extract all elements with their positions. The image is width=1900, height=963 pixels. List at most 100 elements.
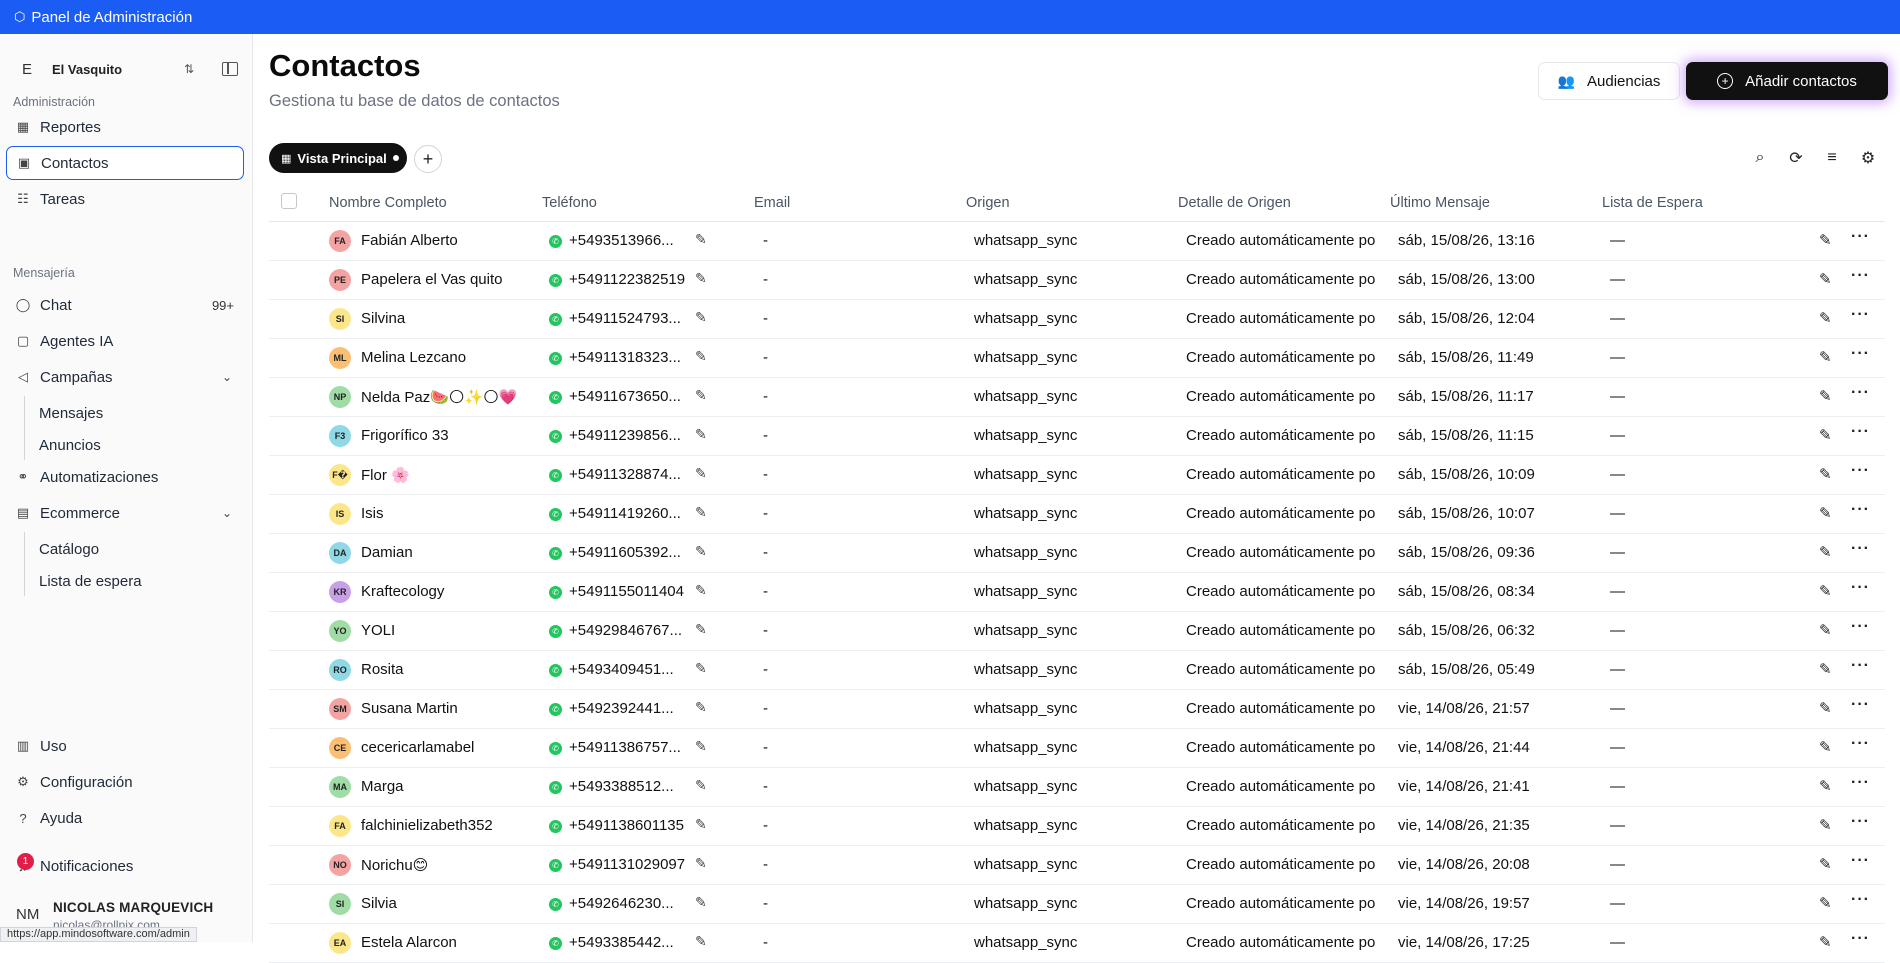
table-row[interactable]: NO Norichu😊 ✆ +5491131029097 ✎ - whatsapp_sync… <box>269 846 1885 885</box>
edit-icon[interactable]: ✎ <box>1819 894 1832 912</box>
more-options-icon[interactable]: ··· <box>1851 852 1870 870</box>
table-row[interactable]: F� Flor 🌸 ✆ +54911328874... ✎ - whatsapp_sync C… <box>269 456 1885 495</box>
edit-icon[interactable]: ✎ <box>1819 699 1832 717</box>
pencil-icon[interactable]: ✎ <box>695 738 707 755</box>
more-options-icon[interactable]: ··· <box>1851 306 1870 324</box>
sidebar-item-tareas[interactable]: ☷ Tareas <box>6 182 244 216</box>
sidebar-item-uso[interactable]: ▥ Uso <box>6 729 244 763</box>
col-origen[interactable]: Origen <box>966 195 1010 211</box>
pencil-icon[interactable]: ✎ <box>695 426 707 443</box>
more-options-icon[interactable]: ··· <box>1851 735 1870 753</box>
sidebar-item-reportes[interactable]: ▦ Reportes <box>6 110 244 144</box>
more-options-icon[interactable]: ··· <box>1851 930 1870 948</box>
table-row[interactable]: CE cecericarlamabel ✆ +54911386757... ✎ - what… <box>269 729 1885 768</box>
table-row[interactable]: YO YOLI ✆ +54929846767... ✎ - whatsapp_sync Cre… <box>269 612 1885 651</box>
view-tab-principal[interactable]: ▦ Vista Principal <box>269 143 407 173</box>
pencil-icon[interactable]: ✎ <box>695 660 707 677</box>
select-all-checkbox[interactable] <box>281 193 297 209</box>
refresh-icon[interactable]: ⟳ <box>1784 146 1808 170</box>
pencil-icon[interactable]: ✎ <box>695 465 707 482</box>
sidebar-subitem-mensajes[interactable]: Mensajes <box>39 398 229 428</box>
table-row[interactable]: ML Melina Lezcano ✆ +54911318323... ✎ - whatsa… <box>269 339 1885 378</box>
audiences-button[interactable]: 👥 Audiencias <box>1538 62 1680 100</box>
more-options-icon[interactable]: ··· <box>1851 774 1870 792</box>
edit-icon[interactable]: ✎ <box>1819 231 1832 249</box>
more-options-icon[interactable]: ··· <box>1851 696 1870 714</box>
pencil-icon[interactable]: ✎ <box>695 894 707 911</box>
pencil-icon[interactable]: ✎ <box>695 231 707 248</box>
more-options-icon[interactable]: ··· <box>1851 267 1870 285</box>
sidebar-subitem-catalogo[interactable]: Catálogo <box>39 534 229 564</box>
more-options-icon[interactable]: ··· <box>1851 384 1870 402</box>
table-row[interactable]: EA Estela Alarcon ✆ +5493385442... ✎ - whatsap… <box>269 924 1885 963</box>
pencil-icon[interactable]: ✎ <box>695 270 707 287</box>
edit-icon[interactable]: ✎ <box>1819 348 1832 366</box>
table-row[interactable]: KR Kraftecology ✆ +5491155011404 ✎ - whatsapp_… <box>269 573 1885 612</box>
settings-icon[interactable]: ⚙ <box>1856 146 1880 170</box>
col-lista-espera[interactable]: Lista de Espera <box>1602 195 1703 211</box>
chevron-down-icon[interactable]: ⌄ <box>222 370 232 384</box>
more-options-icon[interactable]: ··· <box>1851 462 1870 480</box>
table-row[interactable]: RO Rosita ✆ +5493409451... ✎ - whatsapp_sync Cr… <box>269 651 1885 690</box>
edit-icon[interactable]: ✎ <box>1819 270 1832 288</box>
pencil-icon[interactable]: ✎ <box>695 855 707 872</box>
sidebar-item-notificaciones[interactable]: ♫ Notificaciones <box>6 849 244 883</box>
col-detalle-origen[interactable]: Detalle de Origen <box>1178 195 1291 211</box>
table-row[interactable]: SM Susana Martin ✆ +5492392441... ✎ - whatsapp… <box>269 690 1885 729</box>
col-ultimo-mensaje[interactable]: Último Mensaje <box>1390 195 1490 211</box>
more-options-icon[interactable]: ··· <box>1851 228 1870 246</box>
chevrons-up-down-icon[interactable]: ⇅ <box>184 62 194 76</box>
table-row[interactable]: FA Fabián Alberto ✆ +5493513966... ✎ - whatsap… <box>269 222 1885 261</box>
edit-icon[interactable]: ✎ <box>1819 933 1832 951</box>
pencil-icon[interactable]: ✎ <box>695 582 707 599</box>
pencil-icon[interactable]: ✎ <box>695 387 707 404</box>
sidebar-item-campanas[interactable]: ◁ Campañas ⌄ <box>6 360 244 394</box>
filter-icon[interactable]: ≡ <box>1820 146 1844 170</box>
table-row[interactable]: IS Isis ✆ +54911419260... ✎ - whatsapp_sync Cre… <box>269 495 1885 534</box>
pencil-icon[interactable]: ✎ <box>695 504 707 521</box>
edit-icon[interactable]: ✎ <box>1819 504 1832 522</box>
pencil-icon[interactable]: ✎ <box>695 621 707 638</box>
edit-icon[interactable]: ✎ <box>1819 816 1832 834</box>
table-row[interactable]: MA Marga ✆ +5493388512... ✎ - whatsapp_sync Cre… <box>269 768 1885 807</box>
table-row[interactable]: PE Papelera el Vas quito ✆ +5491122382519 ✎ -… <box>269 261 1885 300</box>
edit-icon[interactable]: ✎ <box>1819 387 1832 405</box>
pencil-icon[interactable]: ✎ <box>695 348 707 365</box>
edit-icon[interactable]: ✎ <box>1819 660 1832 678</box>
more-options-icon[interactable]: ··· <box>1851 501 1870 519</box>
add-view-button[interactable]: + <box>414 145 442 173</box>
sidebar-item-agentes-ia[interactable]: ▢ Agentes IA <box>6 324 244 358</box>
sidebar-item-ayuda[interactable]: ? Ayuda <box>6 801 244 835</box>
pencil-icon[interactable]: ✎ <box>695 543 707 560</box>
table-row[interactable]: F3 Frigorífico 33 ✆ +54911239856... ✎ - whatsa… <box>269 417 1885 456</box>
col-nombre[interactable]: Nombre Completo <box>329 195 447 211</box>
table-row[interactable]: NP Nelda Paz🍉🌕✨🌕💗 ✆ +54911673650... ✎ - whatsa… <box>269 378 1885 417</box>
table-row[interactable]: FA falchinielizabeth352 ✆ +5491138601135 ✎ - w… <box>269 807 1885 846</box>
pencil-icon[interactable]: ✎ <box>695 777 707 794</box>
pencil-icon[interactable]: ✎ <box>695 816 707 833</box>
edit-icon[interactable]: ✎ <box>1819 855 1832 873</box>
more-options-icon[interactable]: ··· <box>1851 813 1870 831</box>
sidebar-item-contactos[interactable]: ▣ Contactos <box>6 146 244 180</box>
edit-icon[interactable]: ✎ <box>1819 543 1832 561</box>
edit-icon[interactable]: ✎ <box>1819 582 1832 600</box>
more-options-icon[interactable]: ··· <box>1851 891 1870 909</box>
workspace-switcher[interactable]: E El Vasquito ⇅ <box>12 52 242 86</box>
search-icon[interactable]: ⌕ <box>1748 146 1772 170</box>
sidebar-item-configuracion[interactable]: ⚙ Configuración <box>6 765 244 799</box>
col-email[interactable]: Email <box>754 195 790 211</box>
table-row[interactable]: SI Silvina ✆ +54911524793... ✎ - whatsapp_sync… <box>269 300 1885 339</box>
more-options-icon[interactable]: ··· <box>1851 579 1870 597</box>
chevron-down-icon[interactable]: ⌄ <box>222 506 232 520</box>
edit-icon[interactable]: ✎ <box>1819 426 1832 444</box>
sidebar-subitem-anuncios[interactable]: Anuncios <box>39 430 229 460</box>
sidebar-item-ecommerce[interactable]: ▤ Ecommerce ⌄ <box>6 496 244 530</box>
pencil-icon[interactable]: ✎ <box>695 699 707 716</box>
edit-icon[interactable]: ✎ <box>1819 777 1832 795</box>
table-row[interactable]: DA Damian ✆ +54911605392... ✎ - whatsapp_sync C… <box>269 534 1885 573</box>
pencil-icon[interactable]: ✎ <box>695 309 707 326</box>
more-options-icon[interactable]: ··· <box>1851 423 1870 441</box>
col-telefono[interactable]: Teléfono <box>542 195 597 211</box>
sidebar-item-automatizaciones[interactable]: ⚭ Automatizaciones <box>6 460 244 494</box>
edit-icon[interactable]: ✎ <box>1819 738 1832 756</box>
